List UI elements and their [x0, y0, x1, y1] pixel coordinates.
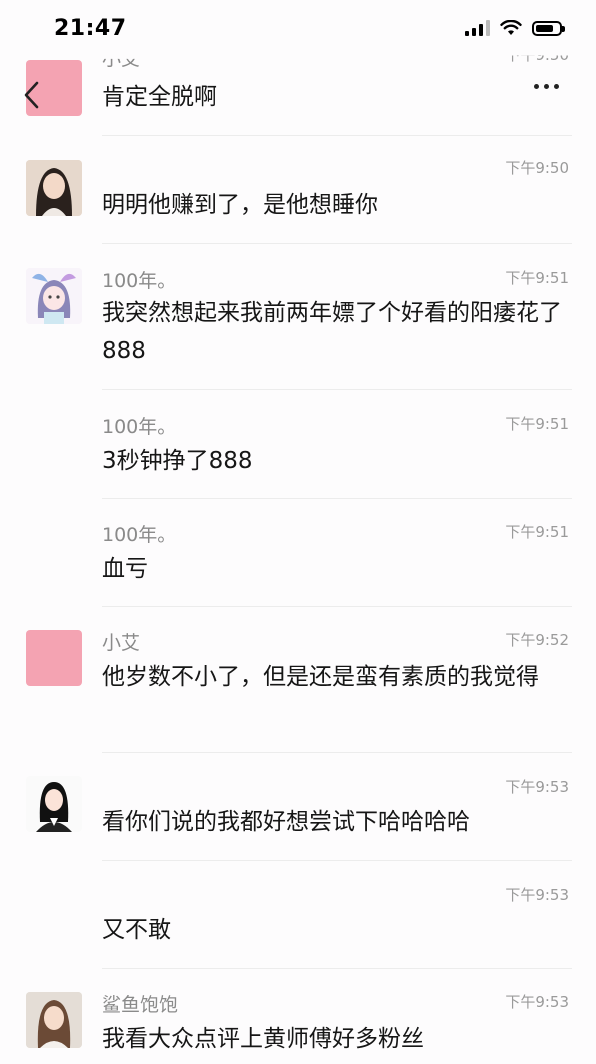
avatar[interactable] — [26, 268, 82, 324]
message-text: 3秒钟挣了888 — [102, 448, 253, 474]
sender-name: 鲨鱼饱饱 — [102, 994, 179, 1016]
sender-name: 100年。 — [102, 524, 177, 546]
message-time: 下午9:53 — [505, 886, 569, 904]
sender-name: 100年。 — [102, 416, 177, 438]
message-text: 又不敢 — [102, 917, 171, 943]
message-time: 下午9:53 — [505, 778, 569, 796]
divider — [102, 389, 572, 390]
message-text: 明明他赚到了，是他想睡你 — [102, 192, 378, 218]
more-dots-icon[interactable] — [534, 84, 559, 89]
divider — [102, 752, 572, 753]
battery-icon — [532, 20, 565, 36]
wifi-icon — [500, 20, 522, 35]
chevron-left-icon[interactable] — [22, 80, 44, 114]
status-icons — [465, 20, 565, 36]
message-time: 下午9:53 — [505, 993, 569, 1011]
status-time: 21:47 — [54, 16, 127, 41]
message-text: 我看大众点评上黄师傅好多粉丝 — [102, 1026, 424, 1052]
signal-icon — [465, 20, 490, 36]
message-text: 血亏 — [102, 556, 148, 582]
divider — [102, 243, 572, 244]
sender-name: 小艾 — [102, 632, 141, 654]
sender-name: 100年。 — [102, 270, 177, 292]
avatar[interactable] — [26, 630, 82, 686]
message-text: 他岁数不小了，但是还是蛮有素质的我觉得 — [102, 664, 539, 690]
message-text: 肯定全脱啊 — [102, 84, 217, 110]
divider — [102, 135, 572, 136]
message-time: 下午9:51 — [505, 523, 569, 541]
avatar[interactable] — [26, 776, 82, 832]
avatar[interactable] — [26, 992, 82, 1048]
status-bar: 21:47 — [0, 0, 596, 58]
divider — [102, 968, 572, 969]
message-time: 下午9:51 — [505, 269, 569, 287]
divider — [102, 606, 572, 607]
divider — [102, 498, 572, 499]
message-text: 看你们说的我都好想尝试下哈哈哈哈 — [102, 809, 470, 835]
message-time: 下午9:50 — [505, 159, 569, 177]
avatar[interactable] — [26, 160, 82, 216]
message-time: 下午9:51 — [505, 415, 569, 433]
divider — [102, 860, 572, 861]
message-time: 下午9:52 — [505, 631, 569, 649]
message-text: 我突然想起来我前两年嫖了个好看的阳痿花了888 — [102, 300, 562, 364]
